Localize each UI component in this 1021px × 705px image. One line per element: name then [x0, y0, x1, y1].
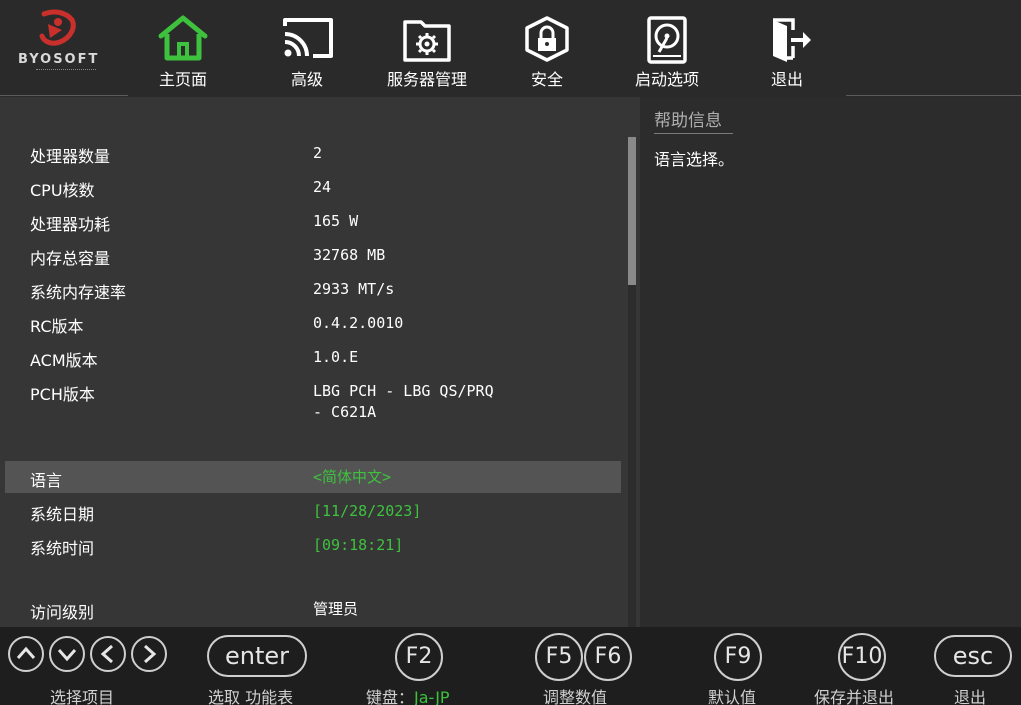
down-arrow-key[interactable]: [49, 636, 85, 672]
main-scrollbar[interactable]: [628, 137, 636, 627]
setting-row-system-time[interactable]: 系统时间 [09:18:21]: [5, 529, 621, 561]
tab-main[interactable]: 主页面: [128, 14, 238, 94]
adjust-value-label: 调整数值: [543, 688, 608, 705]
info-label: PCH版本: [30, 385, 95, 404]
chevron-left-icon: [100, 644, 113, 664]
info-value: 0.4.2.0010: [313, 314, 404, 332]
save-exit-label: 保存并退出: [814, 688, 895, 705]
default-value-label: 默认值: [708, 688, 757, 705]
help-text: 语言选择。: [654, 150, 735, 169]
tab-server-management[interactable]: 服务器管理: [372, 14, 482, 94]
menu-divider-left: [0, 95, 128, 96]
info-label: ACM版本: [30, 351, 98, 370]
info-label: 内存总容量: [30, 249, 111, 268]
tab-security-label: 安全: [530, 70, 563, 89]
tab-boot-options[interactable]: 启动选项: [612, 14, 722, 94]
f2-key[interactable]: F2: [395, 633, 443, 681]
chevron-down-icon: [57, 649, 77, 662]
setting-row-language[interactable]: 语言 <简体中文>: [5, 461, 621, 493]
f6-key[interactable]: F6: [584, 633, 632, 681]
info-value: 管理员: [313, 600, 359, 618]
esc-key[interactable]: esc: [934, 635, 1012, 677]
info-label: 访问级别: [30, 603, 95, 622]
f5-key[interactable]: F5: [535, 633, 583, 681]
info-label: 处理器功耗: [30, 215, 111, 234]
tab-exit[interactable]: 退出: [732, 14, 842, 94]
info-label: 处理器数量: [30, 147, 111, 166]
info-row-pch-version: PCH版本 LBG PCH - LBG QS/PRQ - C621A: [5, 375, 621, 425]
info-row-access-level: 访问级别 管理员: [5, 593, 621, 625]
tab-security[interactable]: 安全: [492, 14, 602, 94]
select-item-label: 选择项目: [50, 688, 115, 705]
tab-advanced[interactable]: 高级: [252, 14, 362, 94]
help-title-underline: [654, 133, 733, 134]
f10-key[interactable]: F10: [838, 633, 886, 681]
tab-boot-options-label: 启动选项: [634, 70, 699, 89]
logo-emblem-icon: [39, 9, 76, 46]
setting-label: 系统日期: [30, 505, 95, 524]
tab-server-management-label: 服务器管理: [386, 70, 467, 89]
info-value: 2933 MT/s: [313, 280, 395, 298]
chevron-right-icon: [144, 644, 157, 664]
tab-exit-label: 退出: [770, 70, 803, 89]
info-row-total-memory: 内存总容量 32768 MB: [5, 239, 621, 271]
chevron-up-icon: [16, 646, 36, 659]
info-value: 24: [313, 178, 332, 196]
info-label: RC版本: [30, 317, 84, 336]
up-arrow-key[interactable]: [8, 636, 44, 672]
top-menu-bar: BYOSOFT 主页面 高级 服务器管理 安全 启动选项 退出: [0, 0, 1021, 97]
keyboard-layout-value: Ja-JP: [414, 688, 450, 705]
home-icon: [158, 15, 208, 61]
exit-door-icon: [773, 18, 811, 62]
info-row-memory-speed: 系统内存速率 2933 MT/s: [5, 273, 621, 305]
setting-label: 语言: [30, 471, 63, 490]
info-value: 2: [313, 144, 323, 162]
lock-shield-icon: [525, 16, 569, 62]
exit-label: 退出: [954, 688, 987, 705]
language-select-value[interactable]: <简体中文>: [313, 467, 391, 487]
enter-key[interactable]: enter: [207, 635, 307, 677]
f9-key[interactable]: F9: [714, 633, 762, 681]
folder-gear-icon: [403, 20, 451, 62]
info-row-acm-version: ACM版本 1.0.E: [5, 341, 621, 373]
system-date-field[interactable]: [11/28/2023]: [313, 501, 421, 521]
cast-icon: [283, 18, 333, 58]
setting-label: 系统时间: [30, 539, 95, 558]
main-settings-panel: 处理器数量 2 CPU核数 24 处理器功耗 165 W 内存总容量 32768…: [0, 97, 640, 627]
setting-row-system-date[interactable]: 系统日期 [11/28/2023]: [5, 495, 621, 527]
info-row-cpu-power: 处理器功耗 165 W: [5, 205, 621, 237]
info-label: CPU核数: [30, 181, 95, 200]
info-row-cpu-cores: CPU核数 24: [5, 171, 621, 203]
hard-disk-icon: [647, 16, 687, 64]
info-value-line1: LBG PCH - LBG QS/PRQ: [313, 382, 494, 400]
key-legend-bar: 选择项目 enter 选取 功能表 F2 键盘：Ja-JP F5 F6 调整数值…: [0, 627, 1021, 705]
tab-advanced-label: 高级: [290, 70, 323, 89]
info-value: 1.0.E: [313, 348, 359, 366]
info-value: 32768 MB: [313, 246, 386, 264]
info-value: 165 W: [313, 212, 359, 230]
info-value-line2: - C621A: [313, 403, 377, 421]
select-menu-label: 选取 功能表: [208, 688, 294, 705]
tab-main-label: 主页面: [158, 70, 207, 89]
menu-divider-right: [846, 95, 1021, 96]
info-row-cpu-count: 处理器数量 2: [5, 137, 621, 169]
scrollbar-thumb[interactable]: [628, 137, 636, 285]
help-panel: 帮助信息 语言选择。: [640, 97, 1021, 627]
byosoft-logo: BYOSOFT: [14, 8, 106, 78]
help-title: 帮助信息: [654, 111, 722, 131]
info-row-rc-version: RC版本 0.4.2.0010: [5, 307, 621, 339]
left-arrow-key[interactable]: [90, 636, 126, 672]
info-label: 系统内存速率: [30, 283, 127, 302]
keyboard-layout-label: 键盘：Ja-JP: [366, 684, 450, 705]
logo-underline: [36, 69, 96, 72]
system-time-field[interactable]: [09:18:21]: [313, 535, 403, 555]
keyboard-prefix: 键盘：: [366, 688, 415, 705]
logo-brand-text: BYOSOFT: [18, 52, 100, 67]
right-arrow-key[interactable]: [131, 636, 167, 672]
